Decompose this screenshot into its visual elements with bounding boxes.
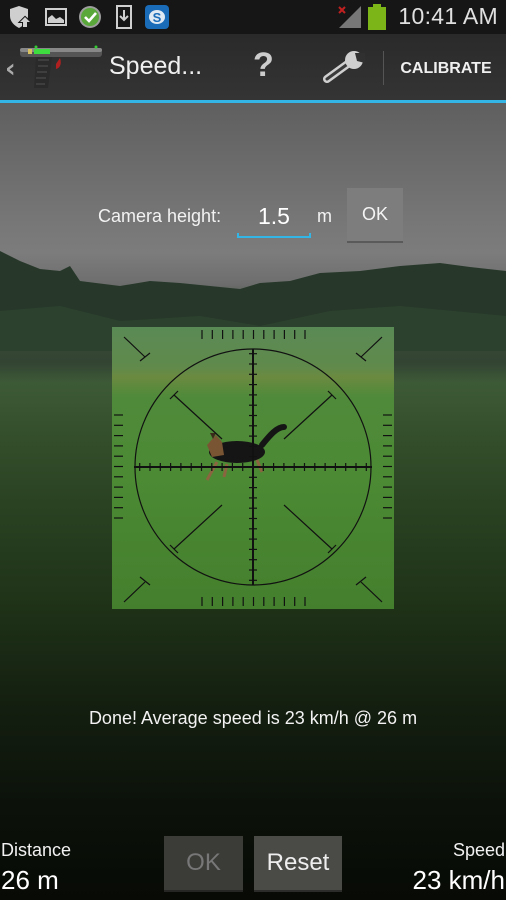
check-circle-icon <box>79 6 101 28</box>
crosshair-reticle <box>114 330 392 606</box>
app-title[interactable]: Speed... <box>109 52 202 81</box>
result-message: Done! Average speed is 23 km/h @ 26 m <box>88 708 418 728</box>
clock: 10:41 AM <box>398 3 498 29</box>
camera-height-ok-button[interactable]: OK <box>347 188 403 243</box>
camera-height-label: Camera height: <box>98 206 222 226</box>
wrench-icon[interactable] <box>323 51 365 85</box>
speed-gun-icon[interactable] <box>16 44 106 92</box>
status-bar: S 10:41 AM <box>0 0 506 34</box>
back-icon[interactable]: ‹ <box>5 54 16 84</box>
security-update-icon <box>10 6 33 28</box>
help-button[interactable]: ? <box>253 46 274 85</box>
battery-icon <box>368 4 386 30</box>
action-bar: ‹ Speed... ? CALIBRATE <box>0 34 506 100</box>
camera-height-input[interactable] <box>237 196 311 236</box>
input-underline <box>237 233 311 238</box>
speed-value: 23 km/h <box>412 865 506 895</box>
viewfinder[interactable] <box>112 327 394 609</box>
ok-button[interactable]: OK <box>164 836 243 892</box>
dog-figure <box>205 424 287 481</box>
distance-label: Distance <box>1 840 72 860</box>
reset-button[interactable]: Reset <box>254 836 342 892</box>
camera-height-row: Camera height: m OK <box>0 188 506 244</box>
svg-text:S: S <box>153 10 162 25</box>
no-signal-icon <box>338 6 361 28</box>
action-divider <box>383 51 384 85</box>
camera-preview: Camera height: m OK Done! Average speed … <box>0 103 506 900</box>
download-icon <box>116 5 132 29</box>
distance-value: 26 m <box>1 865 59 895</box>
image-icon <box>45 8 67 26</box>
camera-height-unit: m <box>317 206 332 226</box>
speed-label: Speed <box>452 840 505 860</box>
skype-icon: S <box>145 5 169 29</box>
calibrate-button[interactable]: CALIBRATE <box>393 60 499 78</box>
